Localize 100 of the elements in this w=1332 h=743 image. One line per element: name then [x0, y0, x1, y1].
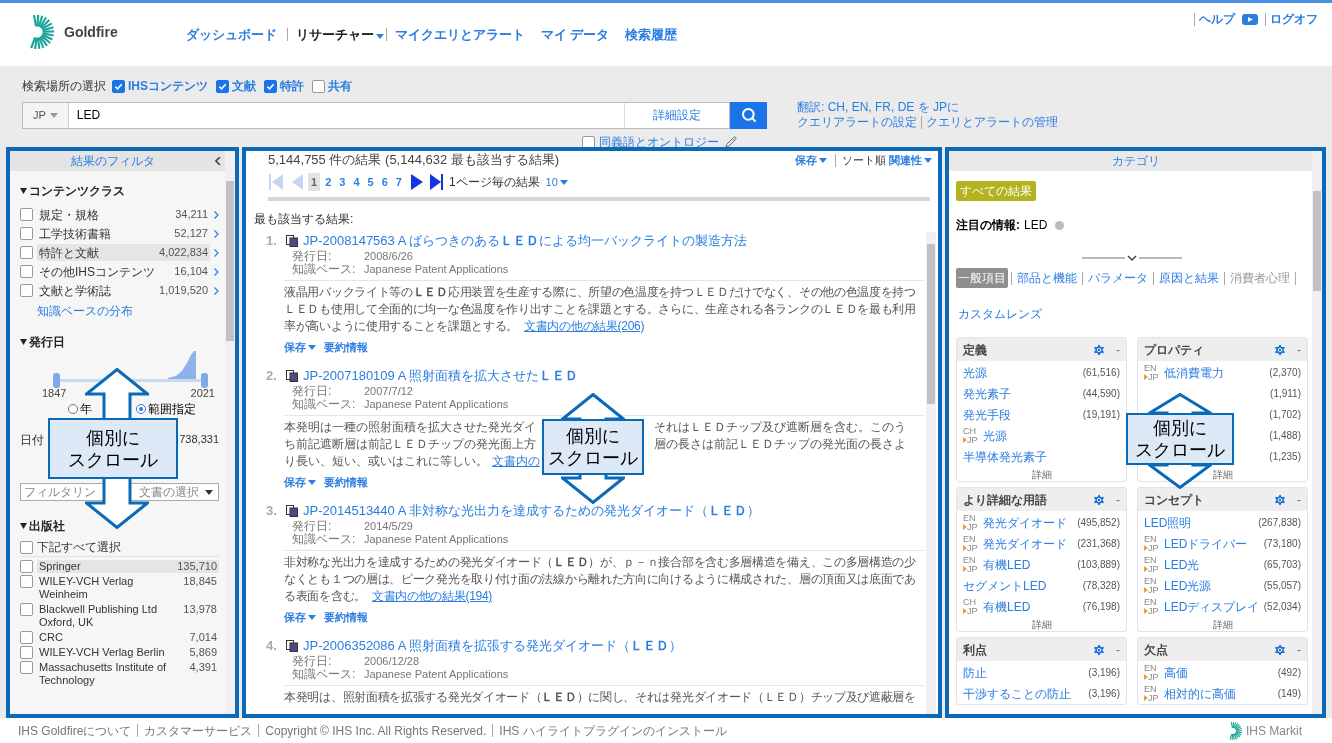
publisher-option[interactable]: WILEY-VCH Verlag Berlin 5,869 [37, 646, 219, 659]
search-input[interactable]: LED [68, 106, 624, 124]
scope-option[interactable]: 共有 [328, 77, 352, 95]
select-all-option[interactable]: 下記すべて選択 [37, 538, 121, 556]
footer-link[interactable]: カスタマーサービス [144, 721, 253, 740]
section-heading[interactable]: 出版社 [20, 518, 219, 533]
filter-option[interactable]: 工学技術書籍 52,127 [37, 225, 210, 242]
page-link[interactable]: 6 [378, 172, 391, 192]
filter-option[interactable]: 規定・規格 34,211 [37, 206, 210, 223]
collapse-icon[interactable] [215, 157, 221, 165]
checkbox[interactable] [20, 631, 33, 644]
help-link[interactable]: ヘルプ [1199, 10, 1235, 28]
distribution-link[interactable]: 知識ベースの分布 [37, 302, 219, 318]
lens-tab[interactable]: パラメータ [1086, 268, 1150, 288]
category-link[interactable]: 有機LED [983, 557, 1031, 572]
result-action-link[interactable]: 保存 [284, 340, 316, 354]
details-link[interactable]: 詳細 [1212, 467, 1233, 481]
result-action-link[interactable]: 保存 [284, 610, 316, 624]
page-link[interactable]: 5 [364, 172, 377, 192]
category-link[interactable]: LED光 [1164, 557, 1200, 572]
filter-option[interactable]: 文献と学術誌 1,019,520 [37, 282, 210, 299]
result-action-link[interactable]: 要約情報 [324, 340, 368, 354]
category-link[interactable]: 防止 [963, 665, 987, 680]
alert-setup-link[interactable]: クエリアラートの設定 [797, 115, 917, 130]
lens-tab[interactable]: 原因と結果 [1157, 268, 1221, 288]
scrollbar[interactable] [1312, 151, 1322, 714]
checkbox[interactable] [20, 603, 33, 616]
section-heading[interactable]: コンテンツクラス [20, 183, 219, 198]
expanded-caret-icon[interactable] [20, 522, 27, 529]
per-page-select[interactable]: 10 [545, 173, 568, 191]
save-menu[interactable]: 保存 [795, 151, 827, 169]
advanced-settings-button[interactable]: 詳細設定 [624, 102, 729, 128]
category-link[interactable]: 発光ダイオード [983, 536, 1067, 551]
publisher-option[interactable]: Springer 135,710 [37, 560, 219, 573]
category-link[interactable]: LEDディスプレイ [1164, 599, 1260, 614]
radio-button[interactable] [136, 404, 146, 414]
category-link[interactable]: 相対的に高価 [1164, 686, 1236, 701]
category-link[interactable]: LED照明 [1144, 515, 1192, 530]
radio-button[interactable] [68, 404, 78, 414]
settings-icon[interactable] [1092, 492, 1106, 507]
category-link[interactable]: LED光源 [1164, 578, 1212, 593]
category-link[interactable]: 発光素子 [963, 386, 1011, 401]
more-results-link[interactable]: 文書内の他の結果(206) [524, 319, 645, 333]
collapse-button[interactable]: - [1297, 340, 1301, 359]
settings-icon[interactable] [1273, 342, 1287, 357]
chevron-icon[interactable] [214, 267, 219, 276]
checkbox[interactable] [20, 661, 33, 674]
details-link[interactable]: 詳細 [1031, 617, 1052, 631]
category-link[interactable]: 半導体発光素子 [963, 449, 1047, 464]
settings-icon[interactable] [1273, 492, 1287, 507]
result-title[interactable]: JP-2007180109 A 照射面積を拡大させたＬＥＤ [303, 366, 579, 386]
nav-link[interactable]: マイ データ [540, 25, 610, 45]
scrollbar[interactable] [225, 151, 235, 714]
search-field[interactable]: JP LED 詳細設定 [22, 101, 730, 129]
page-link[interactable]: 4 [350, 172, 363, 192]
footer-link[interactable]: IHS Goldfireについて [18, 721, 132, 740]
radio-label[interactable]: 年 [80, 400, 92, 418]
checkbox[interactable] [20, 540, 33, 554]
category-link[interactable]: セグメントLED [963, 578, 1047, 593]
category-link[interactable]: 光源 [983, 428, 1007, 443]
filter-option[interactable]: その他IHSコンテンツ 16,104 [37, 263, 210, 280]
nav-link[interactable]: リサーチャー [295, 25, 384, 45]
scrollbar[interactable] [926, 232, 936, 714]
settings-icon[interactable] [1092, 642, 1106, 657]
category-link[interactable]: 低消費電力 [1164, 365, 1224, 380]
scope-option[interactable]: IHSコンテンツ [128, 77, 208, 95]
publisher-option[interactable]: Massachusetts Institute of Technology 4,391 [37, 661, 219, 687]
checkbox[interactable] [312, 79, 325, 93]
more-results-link[interactable]: 文書内の [492, 453, 540, 470]
settings-icon[interactable] [1092, 342, 1106, 357]
chevron-icon[interactable] [214, 210, 219, 219]
more-results-link[interactable]: 文書内の他の結果(194) [371, 589, 493, 603]
translate-link[interactable]: 翻訳: CH, EN, FR, DE を JPに [797, 100, 1058, 115]
category-link[interactable]: 光源 [963, 365, 987, 380]
category-link[interactable]: 発光手段 [963, 407, 1011, 422]
result-action-link[interactable]: 要約情報 [324, 610, 368, 624]
expand-divider-icon[interactable] [1082, 254, 1182, 264]
chevron-icon[interactable] [214, 286, 219, 295]
nav-link[interactable]: ダッシュボード [185, 25, 277, 45]
checkbox[interactable] [20, 227, 33, 240]
lens-tab[interactable]: 部品と機能 [1015, 268, 1079, 288]
page-link[interactable]: 3 [336, 172, 349, 192]
alert-manage-link[interactable]: クエリとアラートの管理 [926, 115, 1058, 130]
checkbox[interactable] [20, 575, 33, 588]
collapse-button[interactable]: - [1116, 340, 1120, 359]
language-select[interactable]: JP [23, 102, 69, 128]
checkbox[interactable] [20, 246, 33, 259]
checkbox[interactable] [20, 284, 33, 297]
collapse-button[interactable]: - [1116, 640, 1120, 659]
publisher-option[interactable]: CRC 7,014 [37, 631, 219, 644]
checkbox[interactable] [216, 79, 229, 93]
checkbox[interactable] [264, 79, 277, 93]
category-link[interactable]: 干渉することの防止 [963, 686, 1071, 701]
category-link[interactable]: 高価 [1164, 665, 1188, 680]
result-title[interactable]: JP-2014513440 A 非対称な光出力を達成するための発光ダイオード（ＬＥＤ） [303, 501, 761, 521]
nav-link[interactable]: 検索履歴 [625, 25, 678, 45]
scope-option[interactable]: 文献 [232, 77, 256, 95]
details-link[interactable]: 詳細 [1031, 467, 1052, 481]
publisher-option[interactable]: Blackwell Publishing Ltd Oxford, UK 13,978 [37, 603, 219, 629]
checkbox[interactable] [20, 646, 33, 659]
